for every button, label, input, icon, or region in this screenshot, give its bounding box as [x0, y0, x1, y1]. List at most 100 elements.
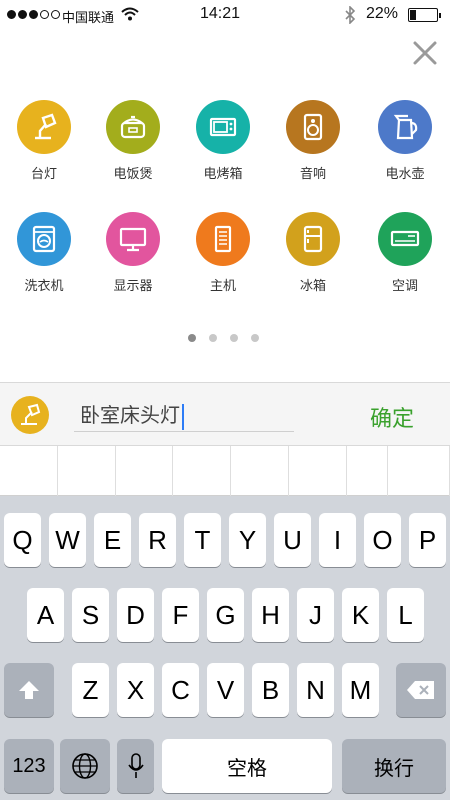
numbers-key[interactable]: 123 — [4, 739, 54, 793]
key-w[interactable]: W — [49, 513, 86, 567]
key-d[interactable]: D — [117, 588, 154, 642]
key-x[interactable]: X — [117, 663, 154, 717]
device-item-rice-cooker[interactable]: 电饭煲 — [93, 100, 173, 182]
fridge-icon — [303, 225, 323, 253]
device-item-air-conditioner[interactable]: 空调 — [365, 212, 445, 294]
device-name-value: 卧室床头灯 — [80, 403, 180, 427]
desk-lamp-icon — [35, 113, 57, 140]
text-caret — [182, 403, 184, 430]
carrier-name: 中国联通 — [62, 11, 115, 26]
page-dot[interactable] — [209, 334, 217, 342]
candidate-slot[interactable] — [347, 446, 388, 496]
device-icon-circle — [378, 100, 432, 154]
bluetooth-icon — [345, 6, 356, 24]
device-item-fridge[interactable]: 冰箱 — [273, 212, 353, 294]
confirm-button[interactable]: 确定 — [370, 401, 414, 433]
device-item-desk-lamp[interactable]: 台灯 — [4, 100, 84, 182]
candidate-slot[interactable] — [173, 446, 231, 496]
globe-icon — [72, 753, 98, 779]
device-item-monitor[interactable]: 显示器 — [93, 212, 173, 294]
device-name-input[interactable]: 卧室床头灯 — [80, 399, 184, 430]
device-icon-circle — [17, 100, 71, 154]
device-label: 洗衣机 — [24, 279, 64, 294]
battery-icon — [408, 8, 441, 22]
candidate-slot[interactable] — [0, 446, 58, 496]
key-j[interactable]: J — [297, 588, 334, 642]
device-icon-circle — [196, 100, 250, 154]
key-u[interactable]: U — [274, 513, 311, 567]
clock: 14:21 — [200, 5, 241, 22]
backspace-icon — [407, 681, 434, 699]
kettle-icon — [393, 114, 418, 140]
key-r[interactable]: R — [139, 513, 176, 567]
key-n[interactable]: N — [297, 663, 334, 717]
key-s[interactable]: S — [72, 588, 109, 642]
speaker-icon — [303, 113, 323, 141]
device-item-oven[interactable]: 电烤箱 — [183, 100, 263, 182]
backspace-key[interactable] — [396, 663, 446, 717]
rice-cooker-icon — [120, 115, 146, 139]
microphone-key[interactable] — [117, 739, 154, 793]
return-key[interactable]: 换行 — [342, 739, 446, 793]
key-o[interactable]: O — [364, 513, 401, 567]
key-h[interactable]: H — [252, 588, 289, 642]
monitor-icon — [119, 227, 147, 252]
oven-icon — [209, 117, 237, 137]
page-dot[interactable] — [188, 334, 196, 342]
page-indicator — [188, 334, 259, 342]
key-c[interactable]: C — [162, 663, 199, 717]
key-z[interactable]: Z — [72, 663, 109, 717]
device-label: 音响 — [299, 167, 326, 182]
device-item-speaker[interactable]: 音响 — [273, 100, 353, 182]
key-e[interactable]: E — [94, 513, 131, 567]
key-q[interactable]: Q — [4, 513, 41, 567]
shift-icon — [19, 681, 39, 699]
device-icon-circle — [17, 212, 71, 266]
key-a[interactable]: A — [27, 588, 64, 642]
key-y[interactable]: Y — [229, 513, 266, 567]
page-dot[interactable] — [251, 334, 259, 342]
candidate-slot[interactable] — [231, 446, 289, 496]
candidate-slot[interactable] — [116, 446, 173, 496]
battery-percent: 22% — [366, 5, 399, 22]
device-icon-circle — [378, 212, 432, 266]
close-icon[interactable] — [410, 38, 440, 68]
key-i[interactable]: I — [319, 513, 356, 567]
input-underline — [74, 431, 294, 432]
key-v[interactable]: V — [207, 663, 244, 717]
device-item-pc-tower[interactable]: 主机 — [183, 212, 263, 294]
signal-strength-icon — [7, 10, 60, 19]
candidate-slot[interactable] — [388, 446, 450, 496]
space-key[interactable]: 空格 — [162, 739, 332, 793]
selected-device-avatar — [11, 396, 49, 434]
washing-machine-icon — [32, 225, 56, 253]
device-item-kettle[interactable]: 电水壶 — [365, 100, 445, 182]
key-m[interactable]: M — [342, 663, 379, 717]
device-label: 空调 — [391, 279, 418, 294]
device-name-bar: 卧室床头灯 确定 — [0, 382, 450, 446]
device-label: 台灯 — [30, 167, 57, 182]
key-t[interactable]: T — [184, 513, 221, 567]
key-p[interactable]: P — [409, 513, 446, 567]
device-label: 电烤箱 — [203, 167, 243, 182]
candidate-bar — [0, 446, 450, 496]
page-dot[interactable] — [230, 334, 238, 342]
device-label: 冰箱 — [299, 279, 326, 294]
key-l[interactable]: L — [387, 588, 424, 642]
key-b[interactable]: B — [252, 663, 289, 717]
device-label: 主机 — [209, 279, 236, 294]
device-label: 显示器 — [113, 279, 153, 294]
key-k[interactable]: K — [342, 588, 379, 642]
key-f[interactable]: F — [162, 588, 199, 642]
device-label: 电水壶 — [385, 167, 425, 182]
pc-tower-icon — [214, 225, 232, 253]
device-icon-circle — [196, 212, 250, 266]
shift-key[interactable] — [4, 663, 54, 717]
candidate-slot[interactable] — [289, 446, 347, 496]
key-g[interactable]: G — [207, 588, 244, 642]
device-item-washing-machine[interactable]: 洗衣机 — [4, 212, 84, 294]
globe-key[interactable] — [60, 739, 110, 793]
device-icon-circle — [286, 100, 340, 154]
candidate-slot[interactable] — [58, 446, 116, 496]
status-bar: 中国联通 14:21 22% — [0, 0, 450, 30]
